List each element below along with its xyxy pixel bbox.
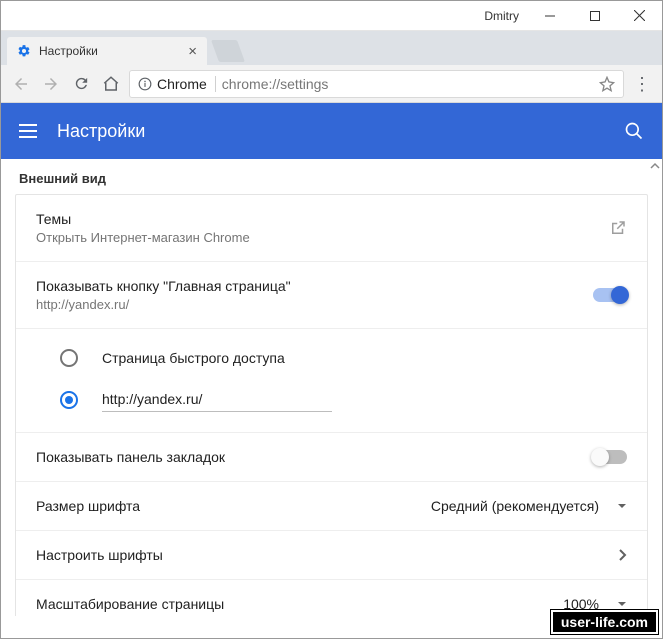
back-button[interactable] — [9, 72, 33, 96]
browser-menu-button[interactable]: ⋮ — [630, 79, 654, 89]
url-text: chrome://settings — [222, 76, 329, 92]
window-user: Dmitry — [484, 9, 519, 23]
radio-quick-access-label: Страница быстрого доступа — [102, 350, 285, 366]
page-zoom-label: Масштабирование страницы — [36, 596, 551, 612]
window-close-button[interactable] — [617, 1, 662, 31]
tab-close-icon[interactable]: × — [188, 44, 197, 59]
font-size-value: Средний (рекомендуется) — [431, 498, 599, 514]
home-page-radio-group: Страница быстрого доступа — [16, 328, 647, 432]
settings-header: Настройки — [1, 103, 662, 159]
themes-row[interactable]: Темы Открыть Интернет-магазин Chrome — [16, 195, 647, 261]
reload-button[interactable] — [69, 72, 93, 96]
bookmarks-bar-label: Показывать панель закладок — [36, 449, 581, 465]
bookmark-star-icon[interactable] — [599, 76, 615, 92]
font-size-row[interactable]: Размер шрифта Средний (рекомендуется) — [16, 481, 647, 530]
radio-icon — [60, 349, 78, 367]
toolbar: Chrome chrome://settings ⋮ — [1, 65, 662, 103]
window-minimize-button[interactable] — [527, 1, 572, 31]
home-button-toggle[interactable] — [593, 288, 627, 302]
settings-title: Настройки — [57, 121, 145, 142]
address-bar[interactable]: Chrome chrome://settings — [129, 70, 624, 98]
bookmarks-bar-toggle[interactable] — [593, 450, 627, 464]
customize-fonts-row[interactable]: Настроить шрифты — [16, 530, 647, 579]
themes-label: Темы — [36, 211, 597, 227]
watermark: user-life.com — [551, 610, 658, 634]
forward-button[interactable] — [39, 72, 63, 96]
radio-quick-access[interactable]: Страница быстрого доступа — [60, 339, 647, 377]
home-button-label: Показывать кнопку "Главная страница" — [36, 278, 581, 294]
bookmarks-bar-row: Показывать панель закладок — [16, 432, 647, 481]
tab-title: Настройки — [39, 44, 98, 58]
dropdown-arrow-icon — [617, 501, 627, 511]
custom-url-input[interactable] — [102, 387, 332, 412]
dropdown-arrow-icon — [617, 599, 627, 609]
customize-fonts-label: Настроить шрифты — [36, 547, 607, 563]
site-info[interactable]: Chrome — [138, 76, 216, 92]
new-tab-button[interactable] — [211, 40, 245, 62]
themes-sublabel: Открыть Интернет-магазин Chrome — [36, 230, 597, 245]
tab-bar: Настройки × — [1, 31, 662, 65]
chevron-right-icon — [619, 549, 627, 561]
external-link-icon — [609, 219, 627, 237]
scroll-up-indicator[interactable] — [650, 161, 660, 171]
home-button-sublabel: http://yandex.ru/ — [36, 297, 581, 312]
home-button[interactable] — [99, 72, 123, 96]
radio-icon — [60, 391, 78, 409]
section-appearance-title: Внешний вид — [7, 159, 656, 194]
browser-tab[interactable]: Настройки × — [7, 37, 207, 65]
window-maximize-button[interactable] — [572, 1, 617, 31]
menu-icon[interactable] — [19, 124, 37, 138]
settings-search-button[interactable] — [624, 121, 644, 141]
home-button-row: Показывать кнопку "Главная страница" htt… — [16, 261, 647, 328]
font-size-label: Размер шрифта — [36, 498, 419, 514]
info-icon — [138, 77, 152, 91]
settings-content: Внешний вид Темы Открыть Интернет-магази… — [1, 159, 662, 616]
appearance-card: Темы Открыть Интернет-магазин Chrome Пок… — [15, 194, 648, 616]
radio-custom-url[interactable] — [60, 377, 647, 422]
gear-icon — [17, 44, 31, 58]
